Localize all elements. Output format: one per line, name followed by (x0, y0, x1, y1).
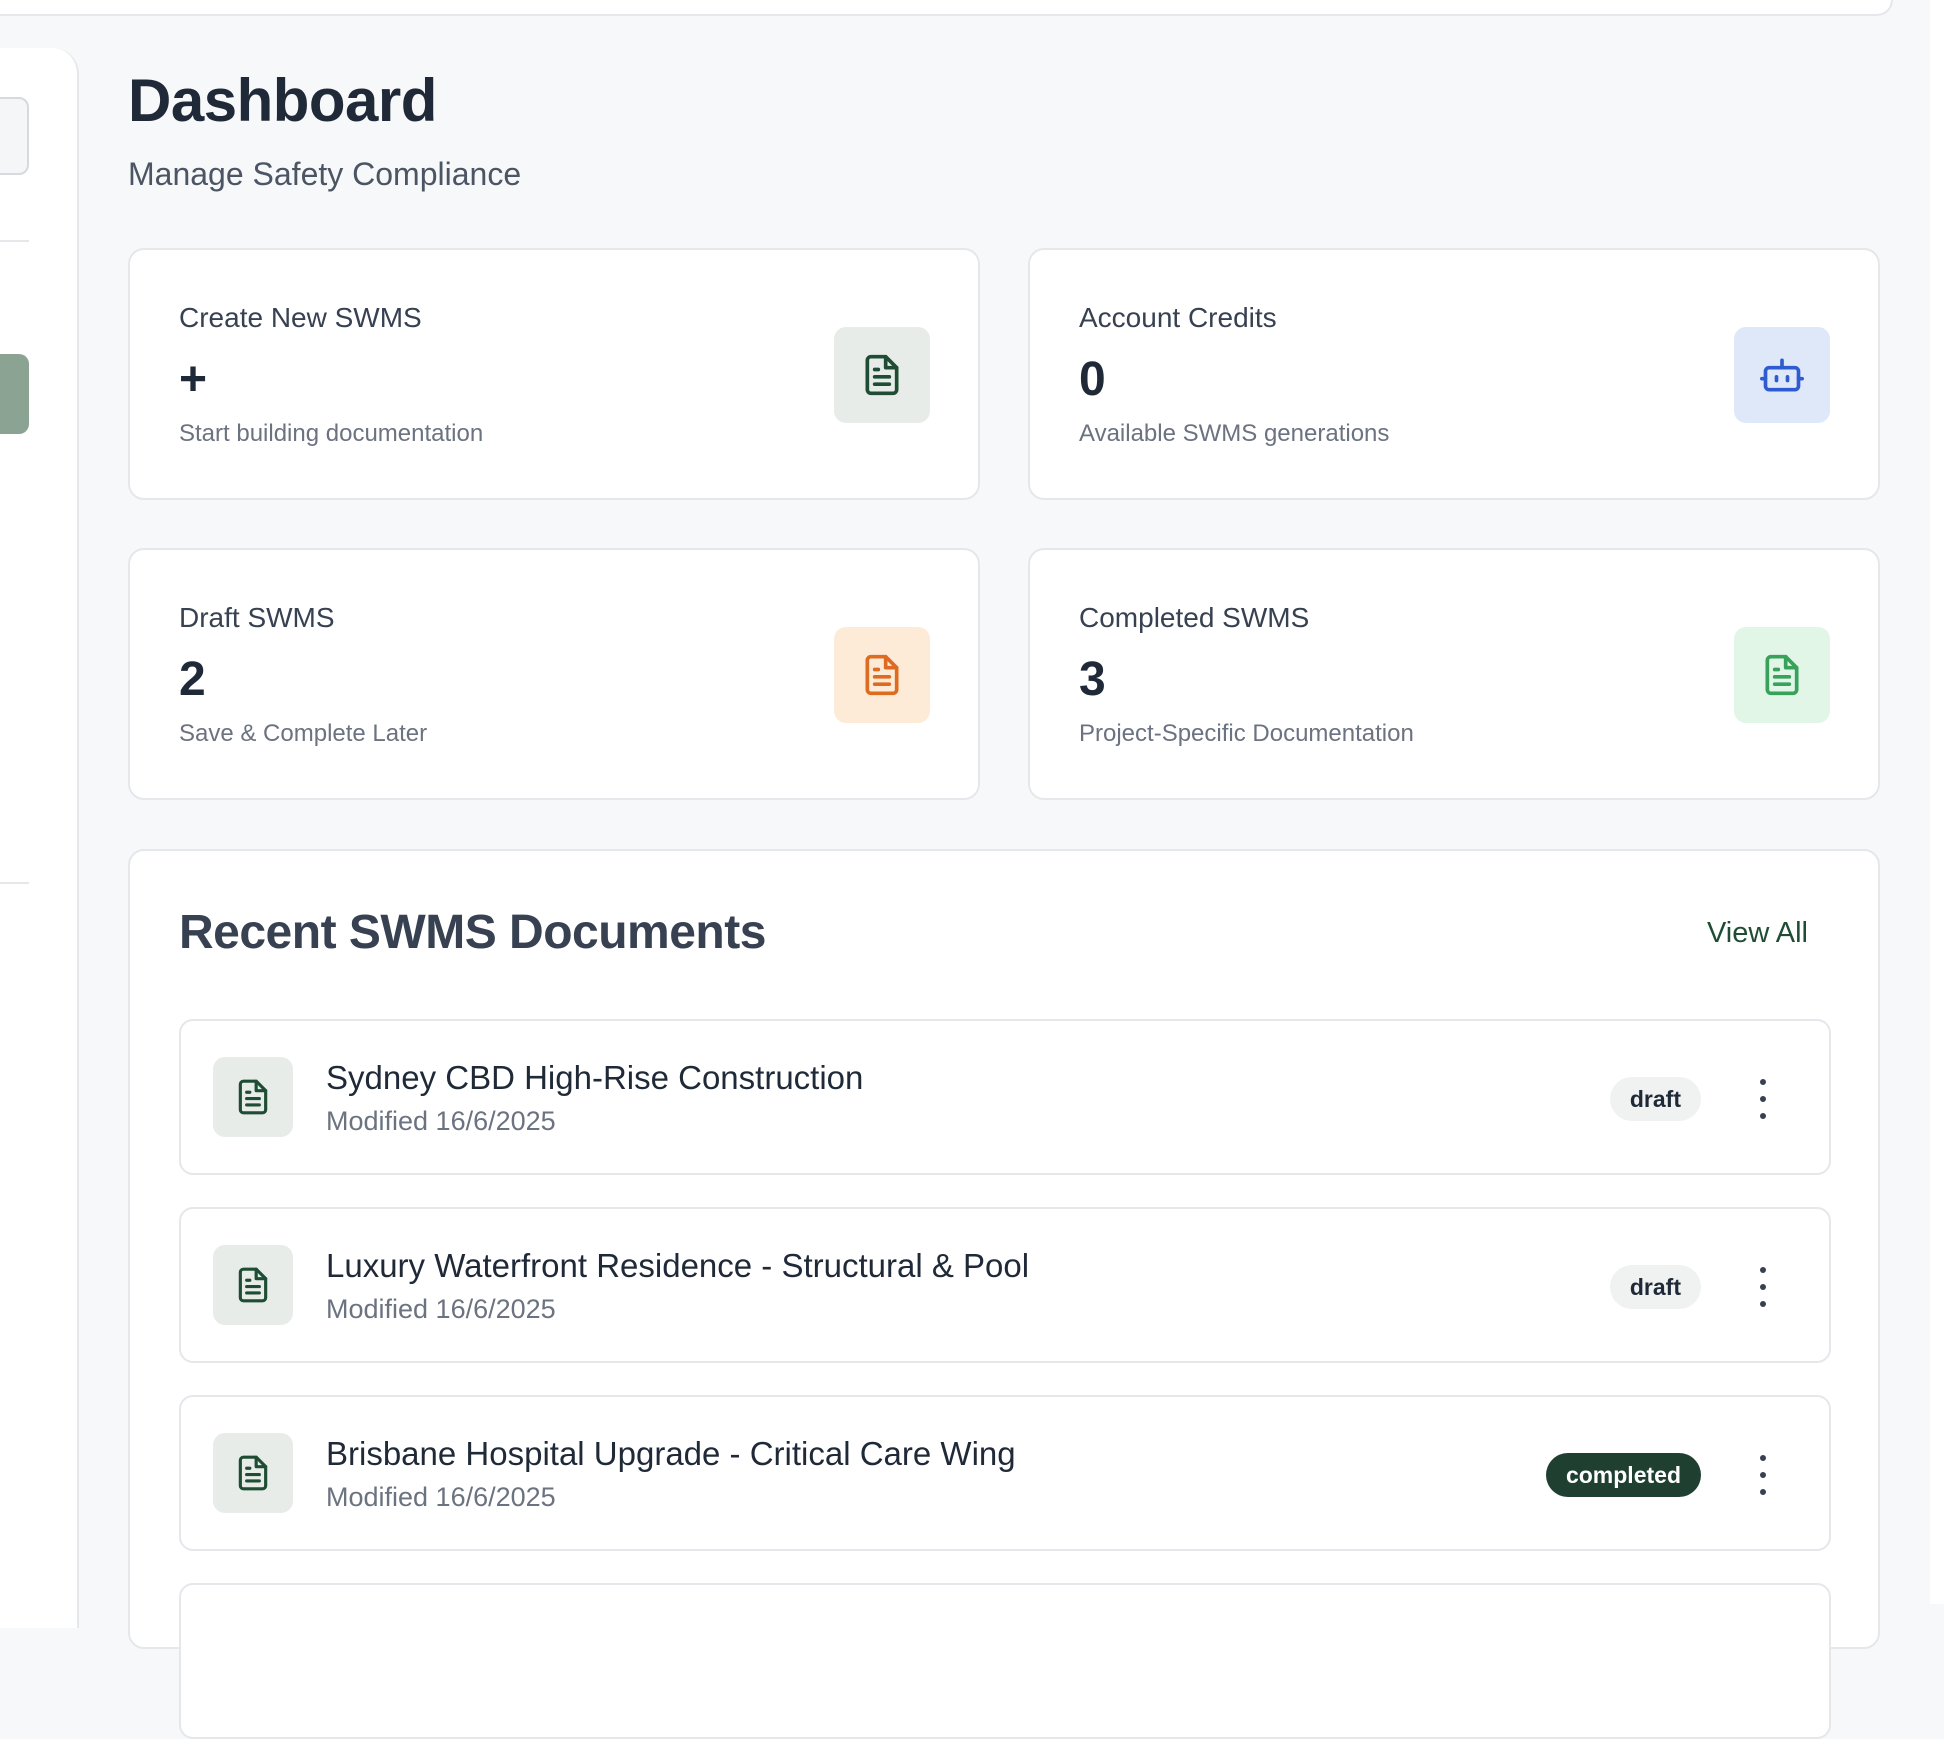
sidebar-search-box[interactable] (0, 97, 29, 175)
list-item[interactable]: Sydney CBD High-Rise Construction Modifi… (179, 1019, 1831, 1175)
list-item[interactable]: Luxury Waterfront Residence - Structural… (179, 1207, 1831, 1363)
more-options-icon[interactable] (1755, 1079, 1771, 1119)
page-title: Dashboard (128, 67, 437, 134)
more-options-icon[interactable] (1755, 1267, 1771, 1307)
card-description: Save & Complete Later (179, 720, 428, 747)
sidebar-item-dashboard-active[interactable] (0, 354, 29, 434)
recent-documents-panel: Recent SWMS Documents View All Sydney CB… (128, 849, 1880, 1739)
file-text-icon (834, 327, 930, 423)
card-value: 0 (1079, 353, 1106, 406)
list-item[interactable]: Brisbane Hospital Upgrade - Critical Car… (179, 1395, 1831, 1551)
file-text-icon (213, 1433, 293, 1513)
robot-icon (1734, 327, 1830, 423)
view-all-link[interactable]: View All (1707, 917, 1808, 950)
document-name: Luxury Waterfront Residence - Structural… (326, 1247, 1030, 1284)
list-item[interactable] (179, 1583, 1831, 1739)
file-text-icon (213, 1057, 293, 1137)
create-new-swms-card[interactable]: Create New SWMS + Start building documen… (128, 248, 980, 500)
document-modified: Modified 16/6/2025 (326, 1106, 556, 1136)
document-name: Brisbane Hospital Upgrade - Critical Car… (326, 1435, 1016, 1472)
status-badge: completed (1545, 1453, 1701, 1497)
account-credits-card: Account Credits 0 Available SWMS generat… (1028, 248, 1880, 500)
card-description: Available SWMS generations (1079, 420, 1390, 447)
draft-swms-card[interactable]: Draft SWMS 2 Save & Complete Later (128, 548, 980, 800)
status-badge: draft (1609, 1077, 1701, 1121)
completed-swms-card[interactable]: Completed SWMS 3 Project-Specific Docume… (1028, 548, 1880, 800)
card-label: Completed SWMS (1079, 602, 1310, 633)
page-subtitle: Manage Safety Compliance (128, 156, 522, 192)
right-edge-panel (1930, 0, 1944, 1604)
status-badge: draft (1609, 1265, 1701, 1309)
file-text-icon (834, 627, 930, 723)
card-value: 2 (179, 653, 206, 706)
card-value: 3 (1079, 653, 1106, 706)
sidebar-divider (0, 882, 29, 884)
card-value: + (179, 353, 208, 406)
card-label: Draft SWMS (179, 602, 335, 633)
more-options-icon[interactable] (1755, 1455, 1771, 1495)
card-label: Account Credits (1079, 302, 1277, 333)
document-modified: Modified 16/6/2025 (326, 1482, 556, 1512)
sidebar-divider (0, 240, 29, 242)
document-modified: Modified 16/6/2025 (326, 1294, 556, 1324)
card-label: Create New SWMS (179, 302, 422, 333)
card-description: Project-Specific Documentation (1079, 720, 1414, 747)
document-name: Sydney CBD High-Rise Construction (326, 1059, 864, 1096)
top-header-bar (0, 0, 1893, 16)
card-description: Start building documentation (179, 420, 484, 447)
file-text-icon (213, 1245, 293, 1325)
sidebar (0, 48, 79, 1628)
section-title: Recent SWMS Documents (179, 906, 766, 959)
file-text-icon (1734, 627, 1830, 723)
